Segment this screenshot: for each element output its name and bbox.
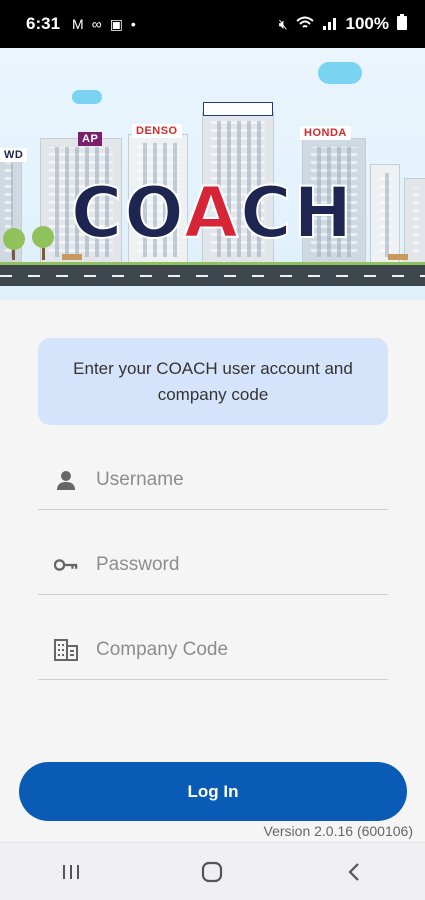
- username-field[interactable]: [38, 450, 388, 510]
- info-text: Enter your COACH user account and compan…: [73, 358, 353, 404]
- wifi-icon: [295, 16, 314, 33]
- building-sign-wd: WD: [0, 148, 28, 162]
- recent-apps-icon[interactable]: [41, 852, 101, 892]
- dot-icon: •: [130, 16, 136, 32]
- bench-icon: [62, 254, 82, 260]
- building-sign-honda: HONDA: [300, 126, 351, 140]
- gmail-icon: M: [72, 16, 84, 32]
- ministry-logo-icon: [203, 102, 273, 116]
- login-button[interactable]: Log In: [19, 762, 407, 821]
- image-icon: ▣: [109, 15, 123, 32]
- cloud-icon: [318, 62, 362, 84]
- password-input[interactable]: [96, 553, 346, 576]
- home-icon[interactable]: [182, 852, 242, 892]
- bench-icon: [388, 254, 408, 260]
- building-icon: [54, 638, 78, 662]
- coach-logo: COACH: [70, 171, 355, 255]
- company-code-field[interactable]: [38, 620, 388, 680]
- signal-icon: [322, 16, 338, 33]
- mute-icon: 🔇︎: [278, 15, 288, 32]
- hero-banner: DENSO HONDA AP WD COACH: [0, 48, 425, 300]
- username-input[interactable]: [96, 468, 346, 491]
- status-left: 6:31 M ∞ ▣ •: [26, 14, 136, 34]
- battery-text: 100%: [345, 14, 389, 33]
- password-field[interactable]: [38, 535, 388, 595]
- status-bar: 6:31 M ∞ ▣ • 🔇︎ 100%: [0, 0, 425, 48]
- system-nav-bar: [0, 842, 425, 900]
- status-time: 6:31: [26, 14, 61, 33]
- road: [0, 262, 425, 286]
- building-sign-denso: DENSO: [132, 124, 182, 138]
- building-sign-ap: AP: [78, 132, 103, 146]
- info-message: Enter your COACH user account and compan…: [38, 338, 388, 425]
- key-icon: [54, 553, 78, 577]
- battery-icon: [397, 13, 407, 35]
- version-label: Version 2.0.16 (600106): [263, 823, 413, 839]
- cloud-icon: [72, 90, 102, 104]
- link-icon: ∞: [91, 16, 102, 32]
- back-icon[interactable]: [324, 852, 384, 892]
- person-icon: [54, 468, 78, 492]
- status-right: 🔇︎ 100%: [278, 13, 407, 35]
- company-code-input[interactable]: [96, 638, 346, 661]
